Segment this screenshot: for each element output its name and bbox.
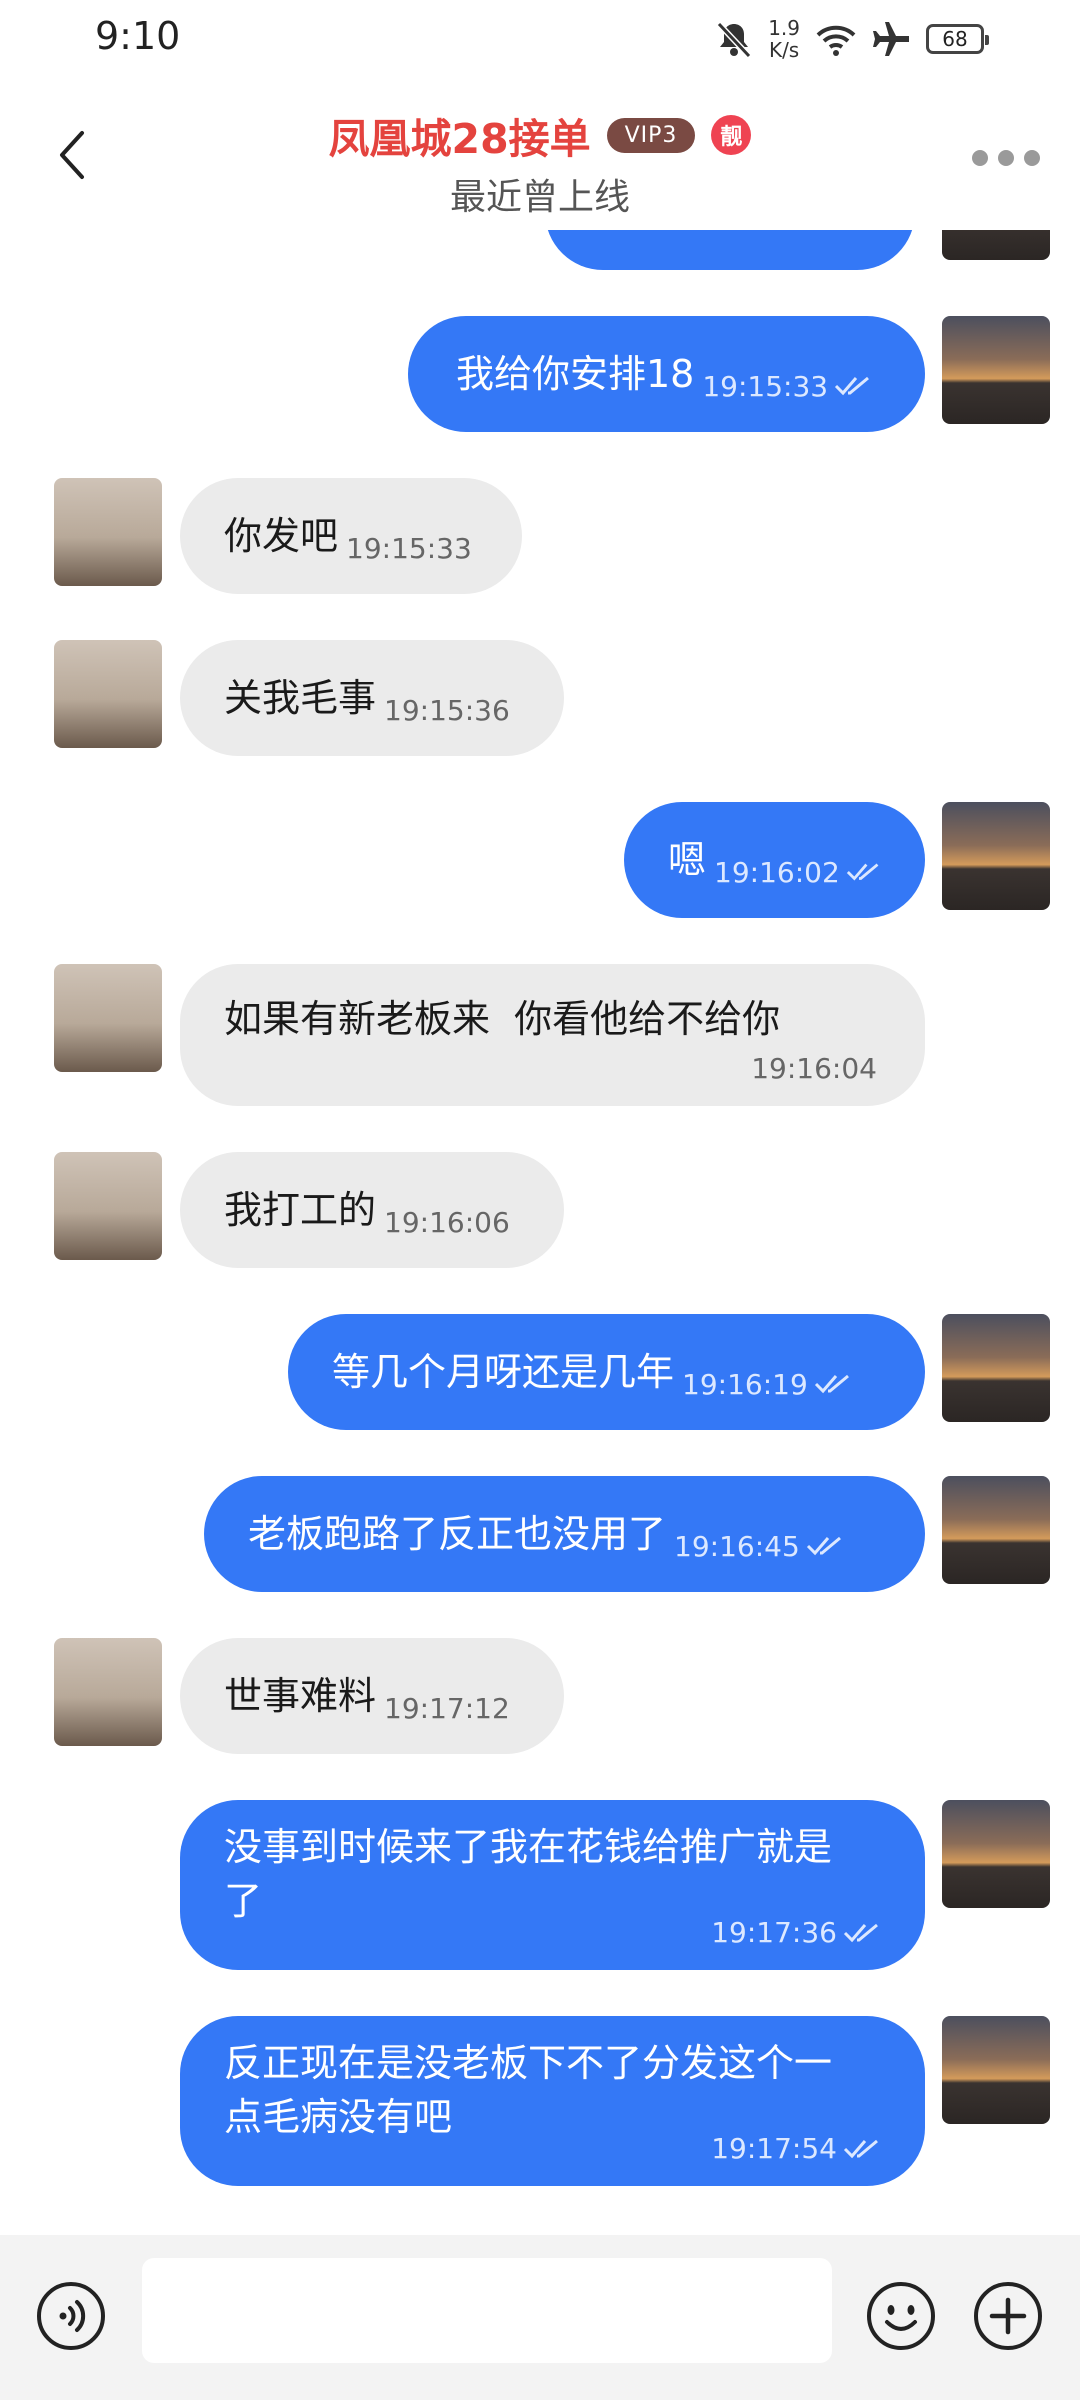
more-dot-icon [1024, 150, 1040, 166]
read-check-icon [835, 376, 870, 396]
chat-title[interactable]: 凤凰城28接单 [329, 105, 591, 165]
status-bar: 9:10 1.9 K/s 68 [0, 0, 1080, 80]
wifi-icon [816, 25, 856, 56]
message-time: 19:16:06 [384, 1205, 510, 1239]
contact-avatar[interactable] [54, 1152, 162, 1260]
message-bubble[interactable]: 我打工的 19:16:06 [180, 1152, 564, 1268]
vip-badge: VIP3 [606, 117, 696, 153]
read-check-icon [843, 1923, 878, 1942]
message-time: 19:16:45 [674, 1529, 800, 1563]
read-check-icon [843, 2139, 878, 2158]
status-time: 9:10 [95, 14, 181, 58]
online-status: 最近曾上线 [449, 177, 630, 218]
my-avatar[interactable] [942, 1476, 1050, 1584]
my-avatar[interactable] [942, 1314, 1050, 1422]
more-dot-icon [998, 150, 1014, 166]
voice-icon[interactable] [35, 2280, 107, 2352]
message-time: 19:15:33 [702, 369, 829, 403]
message-list[interactable]: 我给你安排18 19:15:33 你发吧 19:15:33 关我毛事 19:15… [0, 220, 1080, 2235]
message-meta: 19:17:36 [711, 1916, 881, 1949]
message-bubble[interactable]: 嗯 19:16:02 [624, 802, 925, 918]
message-time: 19:15:36 [384, 693, 510, 727]
contact-avatar[interactable] [54, 964, 162, 1072]
message-bubble[interactable]: 等几个月呀还是几年 19:16:19 [288, 1314, 925, 1430]
message-input[interactable] [142, 2258, 832, 2363]
net-speed-icon: 1.9 K/s [768, 17, 800, 61]
message-time: 19:16:19 [682, 1367, 808, 1401]
message-time: 19:17:12 [384, 1691, 510, 1725]
special-number-badge: 靓 [711, 115, 752, 155]
message-bubble[interactable]: 老板跑路了反正也没用了 19:16:45 [204, 1476, 925, 1592]
message-text: 我打工的 [224, 1188, 377, 1232]
read-check-icon [806, 1536, 841, 1556]
contact-avatar[interactable] [54, 640, 162, 748]
message-time: 19:16:04 [751, 1052, 877, 1085]
airplane-icon [873, 22, 909, 56]
contact-avatar[interactable] [54, 478, 162, 586]
net-speed-value: 1.9 [768, 16, 800, 40]
message-bubble[interactable]: 没事到时候来了我在花钱给推广就是了 19:17:36 [180, 1800, 925, 1970]
status-icons: 1.9 K/s 68 [714, 14, 989, 64]
battery-icon: 68 [926, 24, 989, 54]
emoji-icon[interactable] [865, 2280, 937, 2352]
battery-level: 68 [942, 27, 968, 51]
message-bubble[interactable]: 关我毛事 19:15:36 [180, 640, 564, 756]
message-bubble[interactable]: 世事难料 19:17:12 [180, 1638, 564, 1754]
net-speed-unit: K/s [768, 38, 800, 62]
chat-header: 凤凰城28接单 VIP3 靓 最近曾上线 [0, 80, 1080, 230]
input-bar [0, 2235, 1080, 2400]
message-bubble[interactable]: 如果有新老板来 你看他给不给你 19:16:04 [180, 964, 925, 1106]
message-text: 没事到时候来了我在花钱给推广就是了 [224, 1825, 833, 1923]
my-avatar[interactable] [942, 802, 1050, 910]
message-text: 关我毛事 [224, 676, 377, 720]
mute-bell-icon [716, 21, 752, 59]
message-bubble[interactable]: 我给你安排18 19:15:33 [408, 316, 925, 432]
contact-avatar[interactable] [54, 1638, 162, 1746]
my-avatar[interactable] [942, 316, 1050, 424]
message-text: 反正现在是没老板下不了分发这个一点毛病没有吧 [224, 2041, 833, 2139]
message-text: 老板跑路了反正也没用了 [248, 1512, 667, 1556]
my-avatar[interactable] [942, 1800, 1050, 1908]
message-meta: 19:17:54 [711, 2132, 881, 2165]
plus-icon[interactable] [972, 2280, 1044, 2352]
message-text: 世事难料 [224, 1674, 377, 1718]
message-text: 嗯 [668, 838, 707, 882]
more-dot-icon [972, 150, 988, 166]
message-bubble[interactable]: 你发吧 19:15:33 [180, 478, 522, 594]
more-options-button[interactable] [972, 150, 1040, 166]
message-text: 我给你安排18 [456, 352, 695, 396]
message-text: 如果有新老板来 你看他给不给你 [224, 997, 781, 1041]
message-bubble[interactable]: 反正现在是没老板下不了分发这个一点毛病没有吧 19:17:54 [180, 2016, 925, 2186]
message-time: 19:17:54 [711, 2132, 837, 2165]
message-text: 你发吧 [224, 514, 339, 558]
message-time: 19:16:02 [714, 855, 840, 889]
read-check-icon [814, 1374, 849, 1394]
message-time: 19:17:36 [711, 1916, 837, 1949]
message-time: 19:15:33 [346, 531, 472, 565]
read-check-icon [846, 863, 879, 881]
title-row: 凤凰城28接单 VIP3 靓 [0, 105, 1080, 165]
message-text: 等几个月呀还是几年 [332, 1350, 675, 1394]
my-avatar[interactable] [942, 2016, 1050, 2124]
